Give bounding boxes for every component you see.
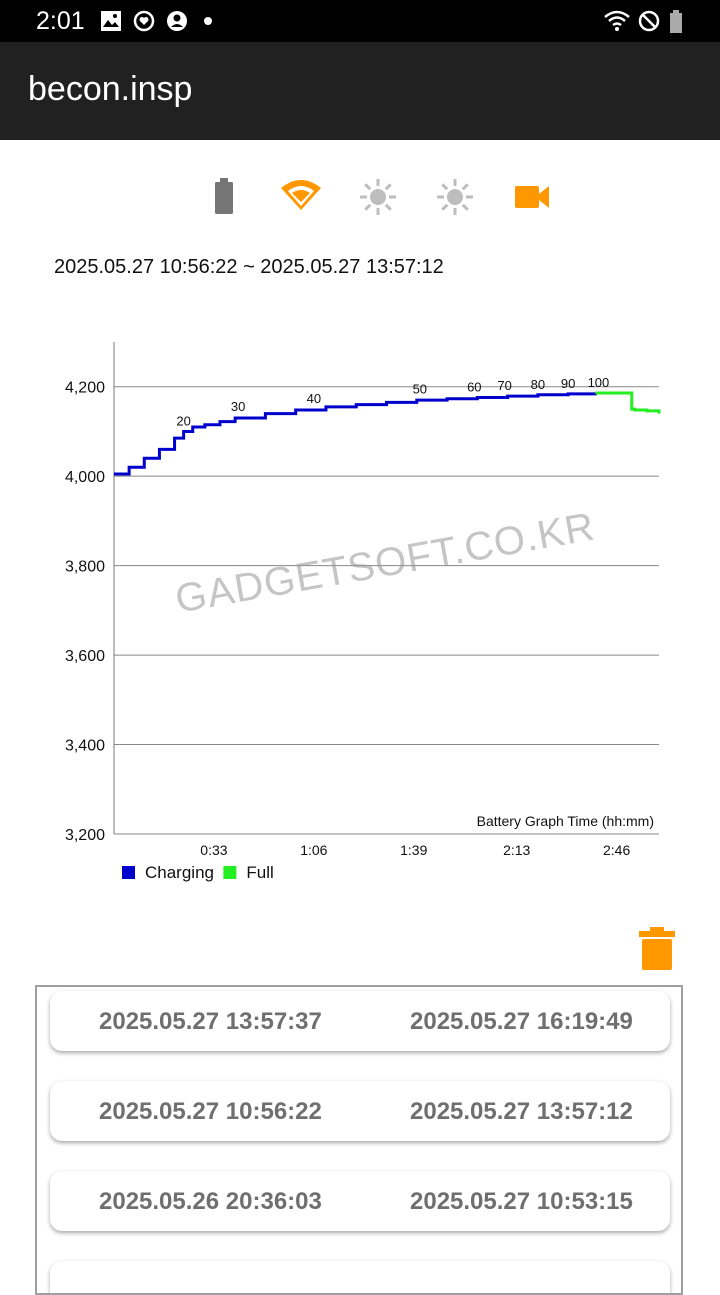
data-label: 20 xyxy=(176,413,190,428)
x-axis-label: Battery Graph Time (hh:mm) xyxy=(477,813,654,829)
data-label: 40 xyxy=(307,391,321,406)
chart-axes: 4,200 4,000 3,800 3,600 3,400 3,200 0:33 1:06 1:… xyxy=(65,342,654,858)
history-start: 2025.05.27 13:57:37 xyxy=(99,1008,322,1035)
y-tick-label: 3,200 xyxy=(65,827,105,844)
series-line-full xyxy=(595,391,661,414)
data-label: 80 xyxy=(531,377,545,392)
y-tick-label: 3,400 xyxy=(65,738,105,755)
data-label: 30 xyxy=(231,399,245,414)
battery-chart: 4,200 4,000 3,800 3,600 3,400 3,200 0:33 1:06 1:… xyxy=(65,342,661,882)
status-bar: 2:01 xyxy=(0,0,720,42)
data-label: 50 xyxy=(413,382,427,397)
y-tick-label: 4,200 xyxy=(65,380,105,397)
mode-toolbar xyxy=(0,176,720,218)
date-range-label: 2025.05.27 10:56:22 ~ 2025.05.27 13:57:1… xyxy=(54,256,444,278)
legend-label: Charging xyxy=(145,863,214,882)
chart-grid xyxy=(114,386,659,835)
videocam-icon[interactable] xyxy=(510,176,554,218)
image-icon xyxy=(101,11,121,31)
trash-icon xyxy=(639,927,675,970)
history-end: 2025.05.27 16:19:49 xyxy=(410,1008,633,1035)
data-label: 100 xyxy=(588,375,610,390)
data-label: 70 xyxy=(497,378,511,393)
app-title: becon.insp xyxy=(28,70,193,108)
battery-icon[interactable] xyxy=(202,176,246,218)
dot-icon xyxy=(204,17,212,25)
legend-swatch xyxy=(122,866,135,879)
data-label: 60 xyxy=(467,379,481,394)
data-label: 90 xyxy=(561,376,575,391)
x-tick-label: 2:46 xyxy=(603,842,630,858)
history-end: 2025.05.27 10:53:15 xyxy=(410,1188,633,1215)
history-list[interactable]: 2025.05.27 13:57:37 2025.05.27 16:19:49 … xyxy=(35,985,683,1295)
chart-series xyxy=(114,391,661,476)
app-bar: becon.insp xyxy=(0,42,720,140)
legend-label: Full xyxy=(246,863,273,882)
account-icon xyxy=(167,11,187,31)
x-tick-label: 0:33 xyxy=(200,842,227,858)
legend-swatch xyxy=(223,866,237,879)
series-line-charging xyxy=(114,392,597,476)
x-tick-label: 1:06 xyxy=(300,842,327,858)
wifi-status-icon xyxy=(604,10,630,31)
brightness-icon[interactable] xyxy=(356,176,400,218)
sync-heart-icon xyxy=(133,10,155,32)
brightness-auto-icon[interactable] xyxy=(433,176,477,218)
battery-status-icon xyxy=(670,10,682,33)
status-time: 2:01 xyxy=(36,7,85,35)
history-end: 2025.05.27 13:57:12 xyxy=(410,1098,633,1125)
history-item[interactable] xyxy=(50,1261,670,1293)
wifi-icon[interactable] xyxy=(279,176,323,218)
y-tick-label: 3,800 xyxy=(65,559,105,576)
delete-button[interactable] xyxy=(637,926,677,972)
chart-legend: Charging Full xyxy=(122,863,274,882)
y-tick-label: 3,600 xyxy=(65,648,105,665)
history-start: 2025.05.26 20:36:03 xyxy=(99,1188,322,1215)
history-item[interactable]: 2025.05.27 13:57:37 2025.05.27 16:19:49 xyxy=(50,991,670,1051)
y-tick-label: 4,000 xyxy=(65,469,105,486)
x-tick-label: 2:13 xyxy=(503,842,530,858)
x-tick-label: 1:39 xyxy=(400,842,427,858)
history-start: 2025.05.27 10:56:22 xyxy=(99,1098,322,1125)
history-item[interactable]: 2025.05.26 20:36:03 2025.05.27 10:53:15 xyxy=(50,1171,670,1231)
do-not-disturb-icon xyxy=(638,10,660,32)
history-item[interactable]: 2025.05.27 10:56:22 2025.05.27 13:57:12 xyxy=(50,1081,670,1141)
